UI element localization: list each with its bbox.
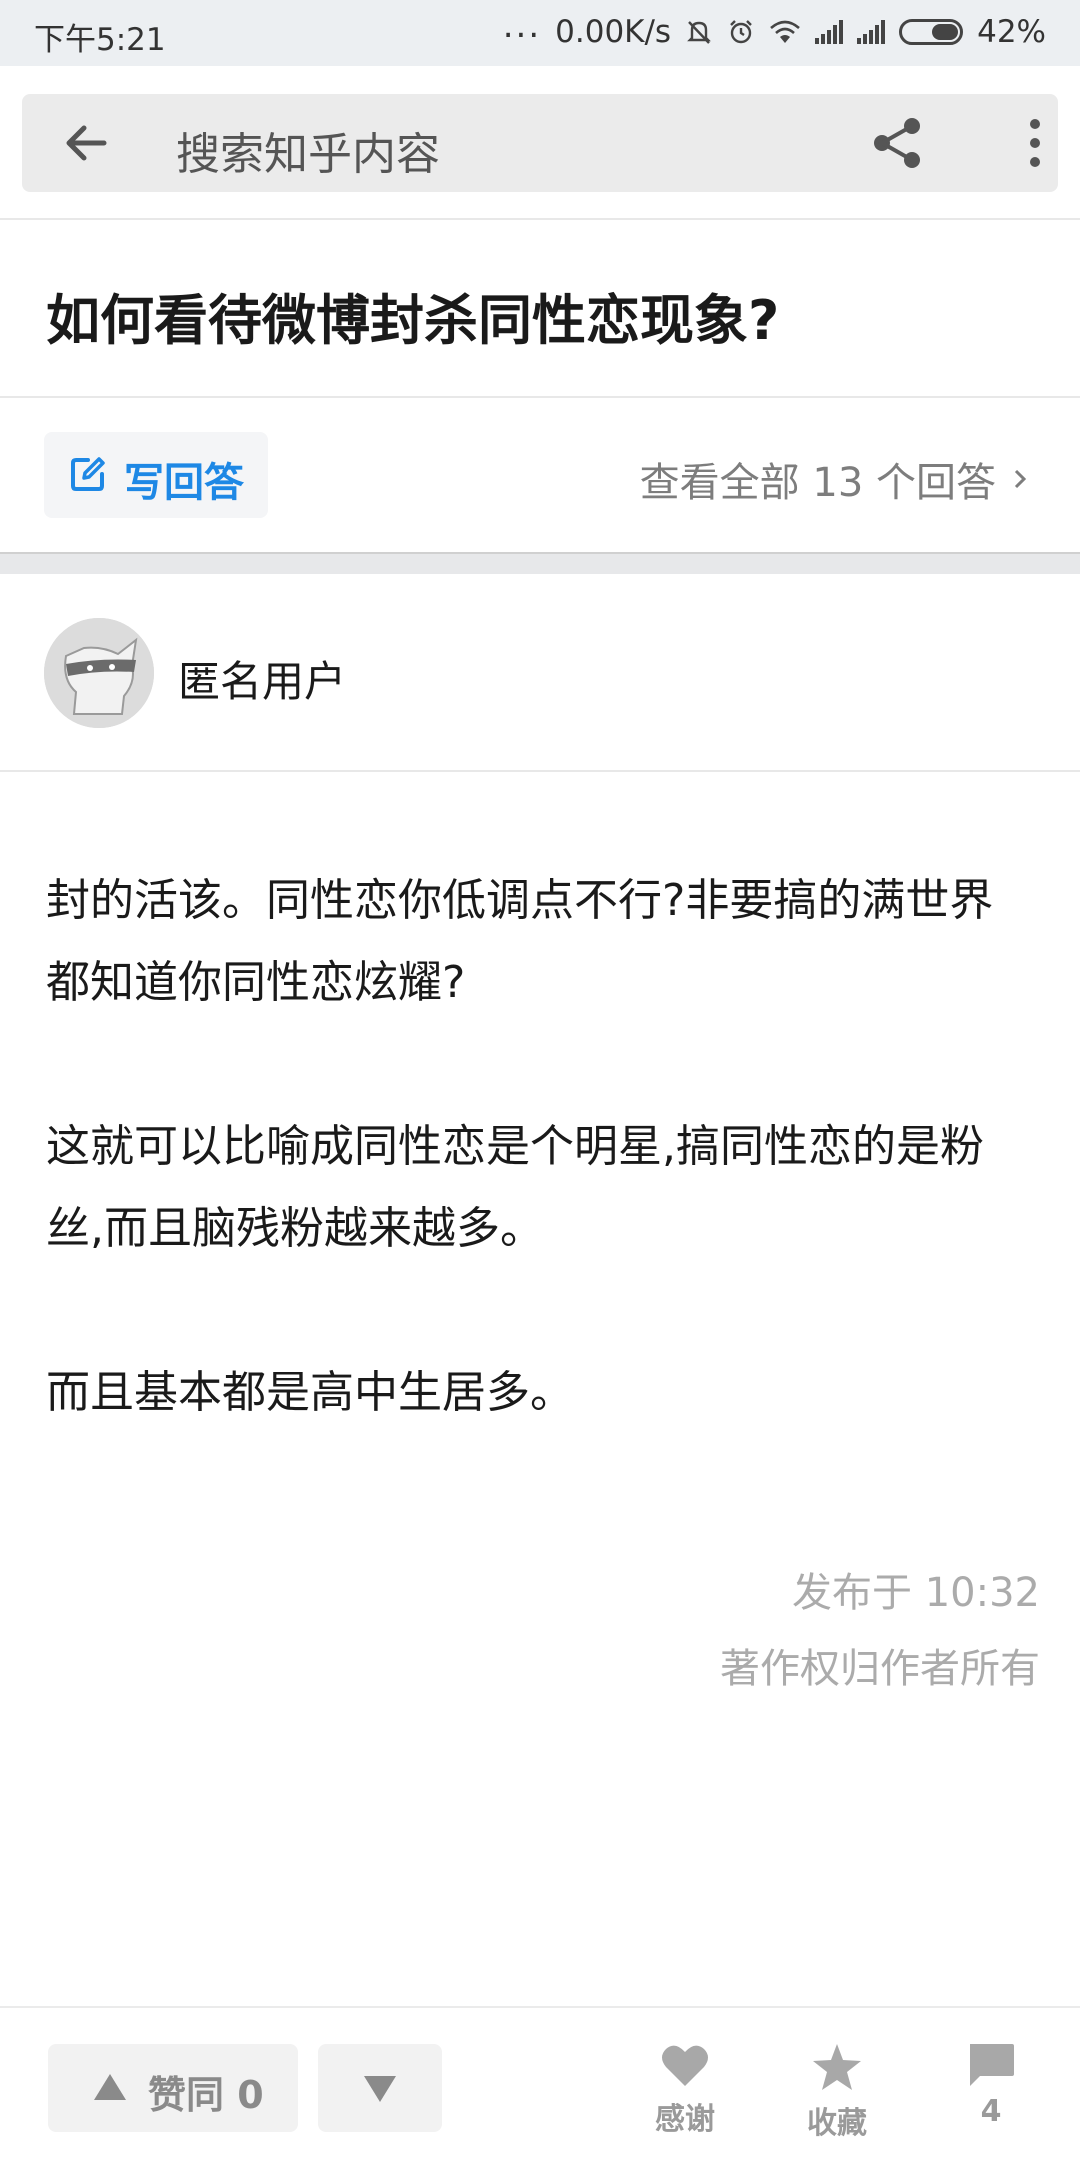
- upvote-button[interactable]: 赞同 0: [48, 2044, 298, 2132]
- write-answer-button[interactable]: 写回答: [44, 432, 268, 518]
- heart-icon: [662, 2045, 708, 2086]
- divider: [0, 396, 1080, 398]
- collect-label: 收藏: [807, 2106, 867, 2141]
- edit-icon: [71, 457, 105, 491]
- star-icon: [813, 2044, 861, 2090]
- triangle-up-icon: [94, 2074, 126, 2100]
- answer-content: 封的活该。同性恋你低调点不行?非要搞的满世界都知道你同性恋炫耀? 这就可以比喻成…: [46, 860, 1036, 1516]
- answer-paragraph: 封的活该。同性恋你低调点不行?非要搞的满世界都知道你同性恋炫耀?: [46, 875, 994, 1008]
- signal-icon: [815, 20, 844, 44]
- share-icon[interactable]: [868, 114, 926, 172]
- search-bar: 搜索知乎内容: [22, 94, 1058, 192]
- copyright-notice: 著作权归作者所有: [720, 1646, 1040, 1692]
- alarm-icon: [730, 20, 752, 44]
- status-bar: 下午5:21 ... 0.00K/s 42%: [0, 0, 1080, 66]
- avatar[interactable]: [44, 618, 154, 728]
- upvote-label: 赞同 0: [148, 2073, 264, 2117]
- thanks-label: 感谢: [655, 2102, 715, 2137]
- wifi-icon: [770, 20, 800, 43]
- battery-percent: 42%: [977, 14, 1046, 50]
- status-time: 下午5:21: [34, 22, 166, 58]
- comment-icon: [970, 2044, 1014, 2086]
- comments-count: 4: [980, 2094, 1002, 2129]
- more-vertical-icon[interactable]: [1006, 114, 1064, 172]
- publish-time: 发布于 10:32: [792, 1570, 1040, 1616]
- more-notifications-icon: ...: [502, 6, 542, 46]
- thanks-button[interactable]: 感谢: [630, 2042, 740, 2138]
- downvote-button[interactable]: [318, 2044, 442, 2132]
- anonymous-avatar-icon: [44, 618, 154, 728]
- divider: [0, 770, 1080, 772]
- battery-icon: [899, 19, 964, 45]
- chevron-right-icon: [1014, 469, 1027, 489]
- divider: [0, 218, 1080, 220]
- triangle-down-icon: [364, 2076, 396, 2102]
- section-divider: [0, 552, 1080, 574]
- network-speed: 0.00K/s: [555, 14, 672, 50]
- answer-page: 下午5:21 ... 0.00K/s 42% 搜索知乎内容 如何看待微博封杀同性…: [0, 0, 1080, 2160]
- mute-icon: [687, 21, 711, 44]
- collect-button[interactable]: 收藏: [782, 2042, 892, 2142]
- view-all-label: 查看全部 13 个回答: [639, 460, 996, 506]
- question-title[interactable]: 如何看待微博封杀同性恋现象?: [46, 276, 779, 355]
- answer-paragraph: 而且基本都是高中生居多。: [46, 1367, 574, 1418]
- author-name[interactable]: 匿名用户: [178, 648, 346, 709]
- comments-button[interactable]: 4: [936, 2042, 1046, 2129]
- view-all-answers-link[interactable]: 查看全部 13 个回答: [640, 450, 1030, 508]
- bottom-action-bar: 赞同 0 感谢 收藏 4: [0, 2006, 1080, 2160]
- search-input[interactable]: 搜索知乎内容: [176, 118, 440, 182]
- write-answer-label: 写回答: [124, 460, 244, 506]
- status-right-group: ... 0.00K/s 42%: [503, 6, 1046, 52]
- back-arrow-icon[interactable]: [60, 116, 114, 170]
- answer-paragraph: 这就可以比喻成同性恋是个明星,搞同性恋的是粉丝,而且脑残粉越来越多。: [46, 1121, 984, 1254]
- signal-icon: [857, 20, 886, 44]
